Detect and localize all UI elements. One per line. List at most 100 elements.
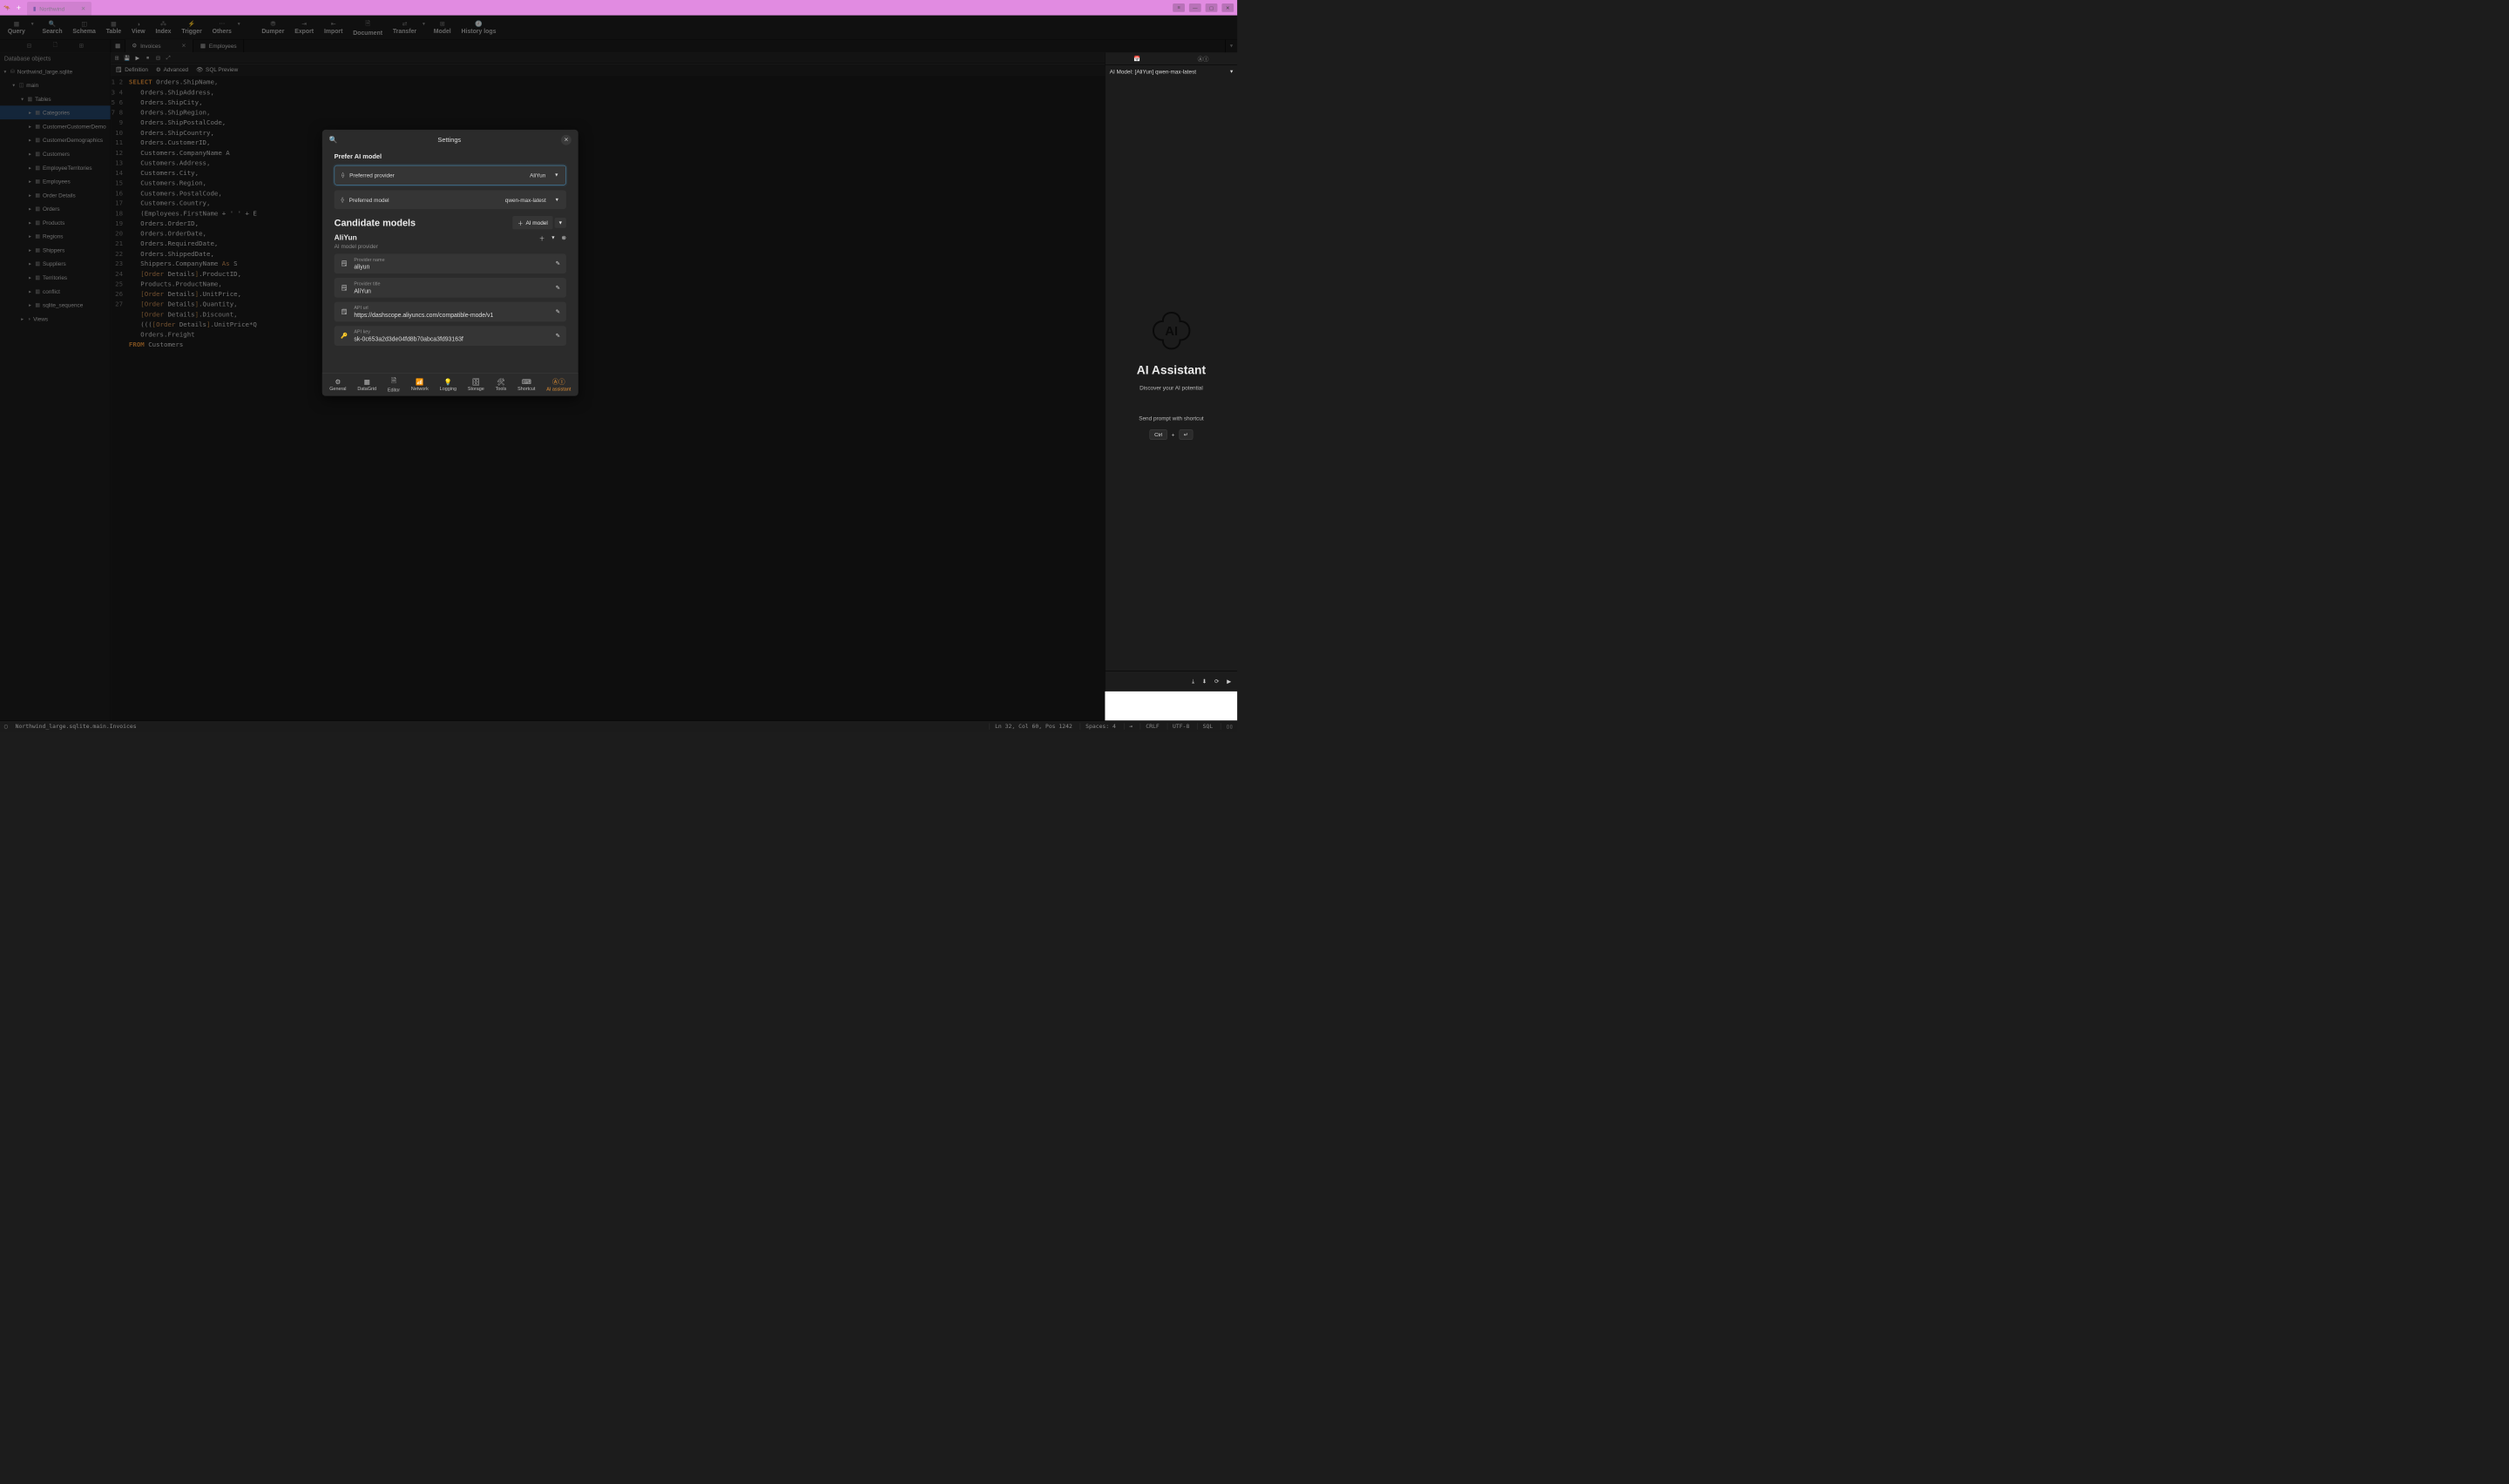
chevron-down-icon[interactable]: ▼ <box>30 22 37 26</box>
file-icon[interactable]: 🗋 <box>53 41 57 51</box>
delete-icon[interactable]: ⊗ <box>562 234 566 241</box>
footer-tab-ai-assistant[interactable]: ⒶⒾAI assistant <box>546 377 571 392</box>
tree-table-item[interactable]: ▸▦Order Details <box>0 188 111 202</box>
footer-tab-storage[interactable]: 🗄Storage <box>468 378 484 392</box>
close-icon[interactable]: ✕ <box>181 43 186 50</box>
footer-tab-general[interactable]: ⚙General <box>329 378 346 392</box>
toolbar-table[interactable]: ▦Table <box>101 16 126 40</box>
status-position[interactable]: Ln 32, Col 60, Pos 1242 <box>990 723 1072 729</box>
ai-input[interactable] <box>1099 691 1237 721</box>
footer-tab-shortcut[interactable]: ⌨Shortcut <box>517 378 535 392</box>
send-icon[interactable]: ▶ <box>1227 678 1231 685</box>
tree-table-item[interactable]: ▸▦CustomerCustomerDemo <box>0 119 111 133</box>
search-icon[interactable]: 🔍 <box>329 136 338 145</box>
add-ai-model-button[interactable]: ＋AI model <box>512 216 553 229</box>
preferred-model-select[interactable]: ⟠ Preferred model qwen-max-latest ▼ <box>335 190 566 209</box>
tab-employees[interactable]: ▦ Employees <box>193 39 244 52</box>
close-window-button[interactable]: ✕ <box>1221 3 1234 12</box>
attach-icon[interactable]: ⤓ <box>1192 678 1194 685</box>
tree-table-item[interactable]: ▸▦Employees <box>0 174 111 188</box>
chevron-down-icon[interactable]: ▼ <box>551 235 555 240</box>
toolbar-search[interactable]: 🔍Search <box>37 16 68 40</box>
footer-tab-datagrid[interactable]: ▦DataGrid <box>357 378 376 392</box>
tab-invoices[interactable]: ⚙ Invoices ✕ <box>125 39 193 52</box>
footer-tab-network[interactable]: 📶Network <box>411 378 429 392</box>
expand-icon[interactable]: ⤢ <box>164 53 172 62</box>
tree-table-item[interactable]: ▸▦Suppliers <box>0 257 111 271</box>
edit-icon[interactable]: ✎ <box>556 284 560 291</box>
tree-table-item[interactable]: ▸▦Territories <box>0 271 111 285</box>
subtab-definition[interactable]: 🗒Definition <box>115 66 148 73</box>
minimize-button[interactable]: — <box>1189 3 1201 12</box>
play-icon[interactable]: ▶ <box>133 53 142 62</box>
toolbar-dumper[interactable]: ⛃Dumper <box>256 16 289 40</box>
status-indent-icon[interactable]: ⇥ <box>1124 723 1133 729</box>
tab-home[interactable]: ▦ <box>111 39 125 52</box>
tree-table-item[interactable]: ▸▦Products <box>0 216 111 230</box>
tree-table-item[interactable]: ▸▦Customers <box>0 147 111 161</box>
window-tab-northwind[interactable]: ▮ Northwind ✕ <box>27 2 91 16</box>
menu-icon[interactable]: ≡ <box>1173 3 1185 12</box>
code-content[interactable]: SELECT Orders.ShipName, Orders.ShipAddre… <box>126 76 1105 721</box>
tree-schema-main[interactable]: ▾◫main <box>0 78 111 92</box>
chevron-down-icon[interactable]: ▼ <box>422 22 429 26</box>
edit-icon[interactable]: ✎ <box>556 333 560 340</box>
panel-right-icon[interactable]: ▯▯ <box>1221 723 1233 729</box>
grid-icon[interactable]: ⊞ <box>112 53 121 62</box>
status-eol[interactable]: CRLF <box>1140 723 1160 729</box>
footer-tab-tools[interactable]: 🛠Tools <box>496 378 507 392</box>
tree-table-item[interactable]: ▸▦sqlite_sequence <box>0 298 111 312</box>
ai-model-selector[interactable]: AI Model: [AliYun] qwen-max-latest ▾ <box>1106 65 1237 78</box>
status-encoding[interactable]: UTF-8 <box>1167 723 1190 729</box>
subtab-sql-preview[interactable]: 👁SQL Preview <box>196 66 238 73</box>
toolbar-trigger[interactable]: ⚡Trigger <box>176 16 206 40</box>
plus-icon[interactable]: ＋ <box>539 233 544 241</box>
save-icon[interactable]: 💾 <box>123 53 132 62</box>
chevron-down-icon[interactable]: ▼ <box>237 22 244 26</box>
tree-table-categories[interactable]: ▸▦Categories <box>0 105 111 119</box>
toolbar-view[interactable]: ◑View <box>126 16 150 40</box>
tree-table-item[interactable]: ▸▦EmployeeTerritories <box>0 160 111 174</box>
tree-tables[interactable]: ▾▦Tables <box>0 92 111 106</box>
toolbar-import[interactable]: ⇤Import <box>319 16 348 40</box>
footer-tab-editor[interactable]: 🗎Editor <box>388 376 400 393</box>
download-icon[interactable]: ⬇ <box>1202 678 1207 685</box>
toolbar-schema[interactable]: ◫Schema <box>67 16 100 40</box>
maximize-button[interactable]: ▢ <box>1206 3 1218 12</box>
toolbar-transfer[interactable]: ⇄Transfer <box>388 16 422 40</box>
tree-table-item[interactable]: ▸▦Regions <box>0 229 111 243</box>
edit-icon[interactable]: ✎ <box>556 308 560 315</box>
tree-views[interactable]: ▸◑Views <box>0 312 111 326</box>
preferred-provider-select[interactable]: ⟠ Preferred provider AliYun ▼ <box>335 165 566 186</box>
calendar-icon[interactable]: 📅 <box>1133 55 1140 62</box>
panel-toggle-icon[interactable]: ▢ <box>4 723 8 729</box>
subtab-advanced[interactable]: ⚙Advanced <box>156 66 188 73</box>
toolbar-export[interactable]: ⇥Export <box>289 16 319 40</box>
new-tab-button[interactable]: + <box>17 3 21 12</box>
tree-table-item[interactable]: ▸▦CustomerDemographics <box>0 133 111 147</box>
edit-icon[interactable]: ✎ <box>556 260 560 267</box>
status-spaces[interactable]: Spaces: 4 <box>1080 723 1116 729</box>
add-dropdown-button[interactable]: ▼ <box>555 218 566 228</box>
tabs-dropdown[interactable]: ▾ <box>1225 39 1237 52</box>
ai-icon[interactable]: ⒶⒾ <box>1198 55 1209 63</box>
format-icon[interactable]: ⊟ <box>154 53 163 62</box>
close-icon[interactable]: ✕ <box>561 135 571 145</box>
toolbar-document[interactable]: 🗎Document <box>348 16 388 40</box>
toolbar-history[interactable]: 🕘History logs <box>456 16 502 40</box>
refresh-icon[interactable]: ⟳ <box>1214 678 1219 685</box>
toolbar-model[interactable]: ⊞Model <box>429 16 456 40</box>
status-language[interactable]: SQL <box>1197 723 1213 729</box>
toolbar-query[interactable]: ▦Query <box>3 16 30 40</box>
footer-tab-logging[interactable]: 💡Logging <box>440 378 456 392</box>
tree-db[interactable]: ▾⛁Northwind_large.sqlite <box>0 64 111 78</box>
tree-table-item[interactable]: ▸▦Orders <box>0 202 111 216</box>
tree-table-item[interactable]: ▸▦Shippers <box>0 243 111 257</box>
stop-icon[interactable]: ⏹ <box>144 53 152 62</box>
tree-collapse-icon[interactable]: ⊟ <box>27 43 31 50</box>
grid-icon[interactable]: ⊞ <box>79 43 84 50</box>
close-icon[interactable]: ✕ <box>81 5 85 12</box>
code-editor[interactable]: 1 2 3 4 5 6 7 8 9 10 11 12 13 14 15 16 1… <box>111 76 1105 721</box>
tree-table-item[interactable]: ▸▦conflict <box>0 284 111 298</box>
toolbar-index[interactable]: ⁂Index <box>151 16 177 40</box>
